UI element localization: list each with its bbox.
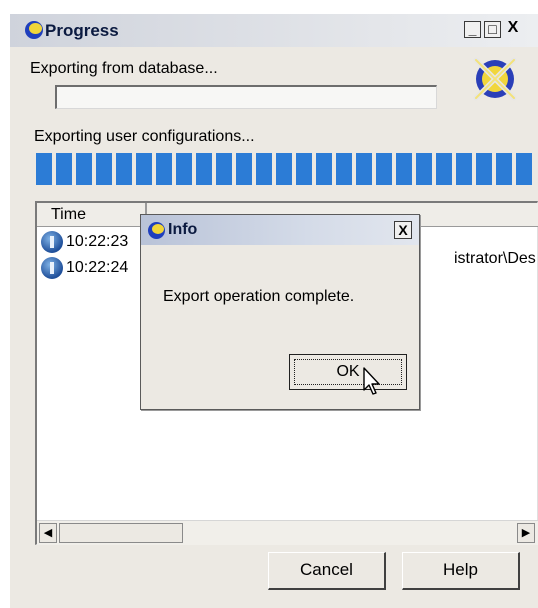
info-icon: [41, 231, 63, 253]
progress-segment: [356, 153, 372, 185]
progress-segment: [296, 153, 312, 185]
progress-segment: [136, 153, 152, 185]
log-row[interactable]: 10:22:23: [41, 231, 128, 255]
progress-segment: [216, 153, 232, 185]
progress-segment: [56, 153, 72, 185]
progress-segment: [316, 153, 332, 185]
title-bar[interactable]: Progress _ □ X: [10, 14, 538, 47]
dialog-title-bar[interactable]: Info X: [141, 215, 419, 245]
configurations-status-label: Exporting user configurations...: [34, 128, 255, 145]
progress-segment: [456, 153, 472, 185]
mouse-pointer-icon: [363, 367, 380, 395]
progress-segment: [496, 153, 512, 185]
progress-segment: [176, 153, 192, 185]
database-progress-bar: [55, 85, 437, 109]
scroll-left-arrow-icon[interactable]: ◀: [39, 523, 57, 543]
progress-segment: [156, 153, 172, 185]
progress-segment: [476, 153, 492, 185]
dialog-close-button[interactable]: X: [394, 221, 412, 239]
log-row-time: 10:22:23: [66, 233, 129, 251]
ok-button-label: OK: [294, 359, 402, 385]
progress-segment: [276, 153, 292, 185]
progress-segment: [196, 153, 212, 185]
progress-segment: [36, 153, 52, 185]
app-icon: [25, 21, 43, 39]
progress-segment: [436, 153, 452, 185]
dialog-title: Info: [168, 221, 198, 238]
dialog-app-icon: [148, 222, 165, 239]
progress-segment: [376, 153, 392, 185]
progress-segment: [336, 153, 352, 185]
log-row-message: istrator\Des: [454, 250, 536, 267]
progress-segment: [256, 153, 272, 185]
configurations-progress-bar: [36, 153, 538, 185]
maximize-button[interactable]: □: [484, 21, 501, 38]
window-title: Progress: [45, 21, 119, 40]
database-status-label: Exporting from database...: [30, 60, 218, 77]
info-icon: [41, 257, 63, 279]
ok-button[interactable]: OK: [289, 354, 407, 390]
progress-segment: [96, 153, 112, 185]
progress-segment: [516, 153, 532, 185]
progress-segment: [236, 153, 252, 185]
log-row-time: 10:22:24: [66, 259, 129, 277]
close-button[interactable]: X: [504, 20, 522, 38]
progress-segment: [396, 153, 412, 185]
progress-segment: [76, 153, 92, 185]
scroll-right-arrow-icon[interactable]: ▶: [517, 523, 535, 543]
scrollbar-thumb[interactable]: [59, 523, 183, 543]
column-header-time[interactable]: Time: [37, 203, 147, 227]
cancel-button[interactable]: Cancel: [268, 552, 386, 590]
export-globe-icon: [473, 57, 517, 101]
progress-segment: [416, 153, 432, 185]
minimize-button[interactable]: _: [464, 21, 481, 38]
dialog-message: Export operation complete.: [163, 288, 355, 305]
help-button[interactable]: Help: [402, 552, 520, 590]
horizontal-scrollbar[interactable]: ◀ ▶: [37, 520, 538, 545]
progress-segment: [116, 153, 132, 185]
log-row[interactable]: 10:22:24: [41, 257, 128, 281]
